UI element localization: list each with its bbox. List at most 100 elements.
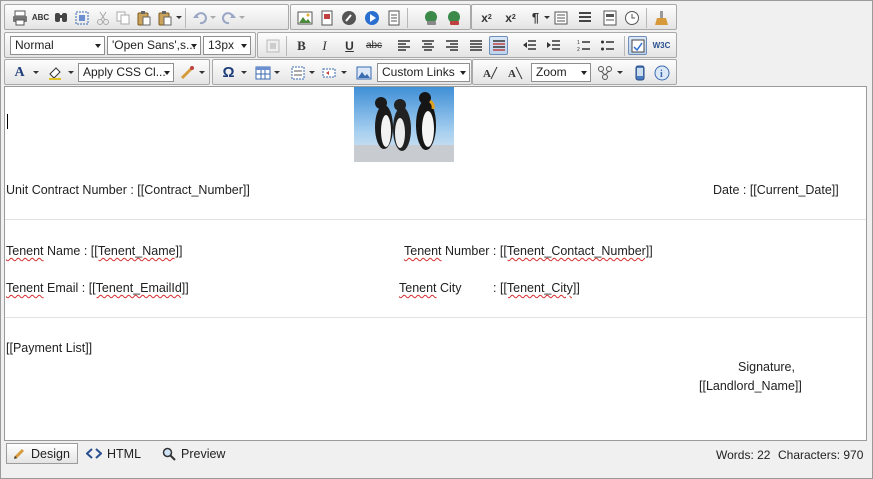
format-stripper-icon[interactable] — [177, 63, 196, 82]
mobile-icon[interactable] — [630, 63, 649, 82]
chevron-down-icon — [581, 71, 587, 75]
clock-icon[interactable] — [622, 8, 641, 27]
copy-icon[interactable] — [113, 8, 132, 27]
format-block-dropdown[interactable]: Normal — [10, 36, 105, 55]
paragraph-icon[interactable]: ¶ — [526, 8, 545, 27]
html-tab[interactable]: HTML — [80, 443, 148, 464]
highlight-dropdown-arrow-icon[interactable] — [68, 71, 74, 74]
format-painter-icon[interactable] — [263, 36, 282, 55]
italic-button[interactable]: I — [315, 36, 334, 55]
strikethrough-button[interactable]: abc — [363, 36, 385, 55]
design-tab[interactable]: Design — [6, 443, 78, 464]
table-icon[interactable] — [253, 63, 272, 82]
rich-text-editor: ABC x 2 x 2 ¶ Normal 'Open Sans',s... 13… — [0, 0, 873, 479]
tenent-city-value-line: : [[Tenent_City]] — [493, 281, 580, 295]
custom-links-dropdown[interactable]: Custom Links — [377, 63, 470, 82]
list-icon[interactable] — [575, 8, 594, 27]
tenent-name-label-word: Tenent — [6, 244, 44, 258]
special-char-dropdown-arrow-icon[interactable] — [241, 71, 247, 74]
text-direction-icon[interactable]: A — [480, 63, 499, 82]
text-size-icon[interactable]: A — [505, 63, 524, 82]
unlink-icon[interactable] — [444, 8, 463, 27]
align-right-icon[interactable] — [442, 36, 461, 55]
bulleted-list-icon[interactable] — [598, 36, 617, 55]
svg-text:A: A — [508, 68, 516, 80]
paragraph-dropdown-arrow-icon[interactable] — [544, 16, 550, 19]
highlight-color-icon[interactable] — [45, 63, 64, 82]
outdent-icon[interactable] — [520, 36, 539, 55]
validate-icon[interactable]: W3C — [652, 36, 671, 55]
subscript-icon[interactable]: x2 — [501, 8, 520, 27]
toggle-borders-icon[interactable] — [628, 36, 647, 55]
modules-dropdown-arrow-icon[interactable] — [617, 71, 623, 74]
print-icon[interactable] — [10, 8, 29, 27]
paragraph-list-icon[interactable] — [288, 63, 307, 82]
code-icon — [86, 448, 102, 459]
numbered-list-icon[interactable]: 12 — [574, 36, 593, 55]
format-stripper-dropdown-arrow-icon[interactable] — [199, 71, 205, 74]
template-icon[interactable] — [600, 8, 619, 27]
characters-value: 970 — [843, 448, 864, 462]
paste-options-icon[interactable] — [155, 8, 174, 27]
status-bar: Design HTML Preview Words: 22 Characters… — [4, 441, 867, 467]
image-map-icon[interactable] — [317, 8, 336, 27]
penguins-image[interactable] — [354, 87, 454, 162]
paste-dropdown-arrow-icon[interactable] — [176, 16, 182, 19]
landlord-name-placeholder: [[Landlord_Name]] — [699, 379, 802, 393]
font-size-dropdown[interactable]: 13px — [203, 36, 251, 55]
character-count: Characters: 970 — [778, 448, 863, 462]
tenent-number-label: Number : — [441, 244, 500, 258]
underline-button[interactable]: U — [340, 36, 359, 55]
paste-icon[interactable] — [134, 8, 153, 27]
preview-tab-label: Preview — [181, 446, 226, 461]
preview-tab[interactable]: Preview — [156, 443, 236, 464]
table-dropdown-arrow-icon[interactable] — [274, 71, 280, 74]
superscript-icon[interactable]: x2 — [477, 8, 496, 27]
editor-content-area[interactable]: Unit Contract Number : [[Contract_Number… — [4, 86, 867, 441]
insert-snippet-dropdown-arrow-icon[interactable] — [341, 71, 347, 74]
design-tab-label: Design — [31, 446, 70, 461]
font-name-dropdown[interactable]: 'Open Sans',s... — [107, 36, 201, 55]
css-class-dropdown[interactable]: Apply CSS Cl... — [78, 63, 174, 82]
insert-snippet-icon[interactable] — [319, 63, 338, 82]
link-icon[interactable] — [421, 8, 440, 27]
cut-icon[interactable] — [93, 8, 112, 27]
help-icon[interactable]: i — [652, 63, 671, 82]
document-icon[interactable] — [384, 8, 403, 27]
media-icon[interactable] — [362, 8, 381, 27]
date-line: Date : [[Current_Date]] — [713, 183, 839, 197]
indent-icon[interactable] — [544, 36, 563, 55]
redo-dropdown-arrow-icon[interactable] — [239, 16, 245, 19]
tenent-city-label-word: Tenent — [399, 281, 437, 295]
align-justify-icon[interactable] — [466, 36, 485, 55]
font-color-dropdown-arrow-icon[interactable] — [33, 71, 39, 74]
toolbar-row-2b: B I U abc 12 W3C — [257, 32, 677, 58]
flash-icon[interactable] — [339, 8, 358, 27]
image-manager-icon[interactable] — [354, 63, 373, 82]
paragraph-list-dropdown-arrow-icon[interactable] — [309, 71, 315, 74]
current-date-placeholder: [[Current_Date]] — [749, 183, 839, 197]
toolbar-separator — [407, 8, 408, 28]
select-all-icon[interactable] — [72, 8, 91, 27]
tenent-city-label: City — [436, 281, 462, 295]
redo-icon[interactable] — [219, 8, 238, 27]
special-char-icon[interactable]: Ω — [219, 63, 238, 82]
find-icon[interactable] — [51, 8, 70, 27]
image-icon[interactable] — [295, 8, 314, 27]
bold-button[interactable]: B — [292, 36, 311, 55]
align-none-icon[interactable] — [489, 36, 508, 55]
tenent-number-label-word: Tenent — [404, 244, 442, 258]
clean-icon[interactable] — [652, 8, 671, 27]
zoom-dropdown[interactable]: Zoom — [531, 63, 591, 82]
toolbar-row-1: ABC — [4, 4, 289, 30]
align-left-icon[interactable] — [394, 36, 413, 55]
modules-icon[interactable] — [595, 63, 614, 82]
undo-dropdown-arrow-icon[interactable] — [210, 16, 216, 19]
align-center-icon[interactable] — [418, 36, 437, 55]
toolbar-row-1c: x2 x2 ¶ — [471, 4, 677, 30]
undo-icon[interactable] — [190, 8, 209, 27]
svg-text:1: 1 — [577, 40, 580, 46]
form-icon[interactable] — [551, 8, 570, 27]
font-color-icon[interactable]: A — [10, 63, 29, 82]
spellcheck-icon[interactable]: ABC — [31, 8, 50, 27]
